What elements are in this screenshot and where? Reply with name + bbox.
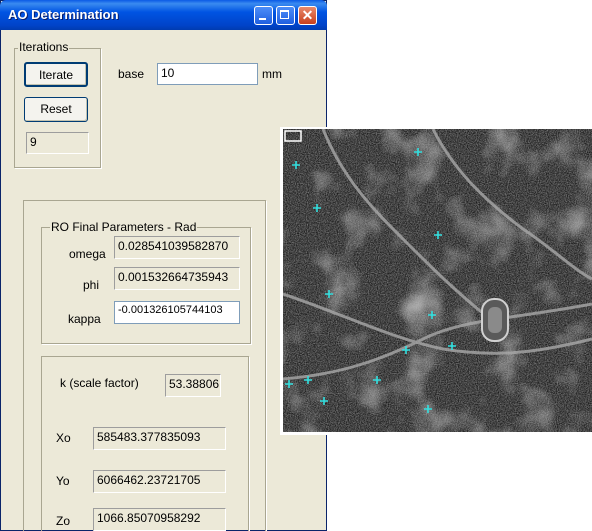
iteration-count: 9 [26,132,89,154]
aerial-photo-canvas [283,129,592,432]
yo-value: 6066462.23721705 [93,470,226,493]
omega-label: omega [69,247,106,261]
iterate-button[interactable]: Iterate [24,62,88,87]
yo-label: Yo [56,474,70,488]
base-input[interactable]: 10 [157,63,258,85]
minimize-button[interactable] [254,6,273,25]
omega-value: 0.028541039582870 [114,236,240,259]
base-label: base [118,67,145,81]
minimize-icon [259,18,266,20]
close-button[interactable]: ✕ [298,6,317,25]
aerial-photo[interactable] [283,129,592,432]
window-title: AO Determination [8,7,119,22]
kappa-value[interactable]: -0.001326105744103 [114,301,240,324]
maximize-icon [280,10,289,19]
kappa-label: kappa [68,312,101,326]
dialog-body: Iterations Iterate Reset 9 base 10 mm RO… [4,30,323,531]
iterations-group-label: Iterations [18,40,70,54]
title-bar[interactable]: AO Determination ✕ [0,0,327,30]
ao-determination-window: AO Determination ✕ Iterations Iterate Re… [0,0,327,531]
maximize-button[interactable] [276,6,295,25]
reset-button[interactable]: Reset [24,97,88,122]
close-icon: ✕ [301,7,314,23]
zo-label: Zo [56,514,71,528]
xo-value: 585483.377835093 [93,427,226,450]
xo-label: Xo [56,431,71,445]
zo-value: 1066.85070958292 [93,508,226,531]
ro-params-group-label: RO Final Parameters - Rad [50,220,198,234]
base-unit: mm [262,67,282,81]
phi-label: phi [83,278,100,292]
scale-factor-label: k (scale factor) [60,376,139,390]
phi-value: 0.001532664735943 [114,267,240,290]
scale-factor-value: 53.38806 [165,374,221,397]
